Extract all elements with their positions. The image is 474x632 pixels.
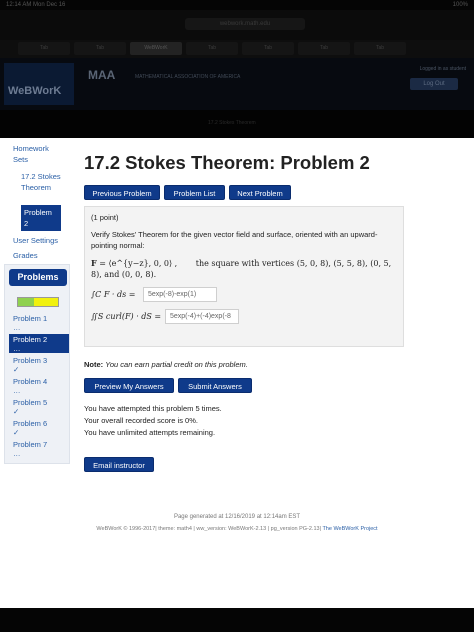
browser-tab-active[interactable]: WeBWorK: [130, 42, 182, 55]
note-text: You can earn partial credit on this prob…: [105, 360, 248, 369]
browser-bar: webwork.math.edu: [0, 10, 474, 40]
problem-status: …: [13, 449, 21, 458]
problem-nav: Previous Problem Problem List Next Probl…: [84, 185, 291, 200]
line-integral-answer-input[interactable]: 5exp(-8)-exp(1): [143, 287, 217, 302]
line-integral-label: ∫C F · ds =: [91, 290, 136, 299]
webwork-logo[interactable]: WeBWorK: [4, 63, 74, 105]
field-symbol: F: [91, 258, 97, 268]
logged-in-text: Logged in as student: [419, 66, 466, 72]
browser-tab[interactable]: Tab: [354, 42, 406, 55]
field-expression: = ⟨e^{y−z}, 0, 0⟩ ,: [99, 259, 178, 268]
submit-answers-button[interactable]: Submit Answers: [178, 378, 252, 393]
footer-copyright: WeBWorK © 1996-2017| theme: math4 | ww_v…: [0, 526, 474, 532]
problem-list-item[interactable]: Problem 5 ✓: [9, 397, 69, 416]
problem-link[interactable]: Problem 7: [13, 440, 47, 449]
problem-link[interactable]: Problem 5: [13, 398, 47, 407]
note-label: Note:: [84, 360, 104, 369]
email-instructor-button[interactable]: Email instructor: [84, 457, 154, 472]
problem-list-item[interactable]: Problem 3 ✓: [9, 355, 69, 374]
attempts-remaining: You have unlimited attempts remaining.: [84, 428, 216, 437]
browser-tab[interactable]: Tab: [298, 42, 350, 55]
problem-status: …: [13, 344, 21, 353]
page-title: 17.2 Stokes Theorem: Problem 2: [84, 152, 370, 173]
footer-version: WeBWorK © 1996-2017| theme: math4 | ww_v…: [96, 526, 321, 532]
sidebar-item-current-problem[interactable]: Problem 2: [21, 205, 61, 231]
check-icon: ✓: [13, 365, 20, 374]
problem-body: (1 point) Verify Stokes' Theorem for the…: [84, 206, 404, 347]
vector-field-definition: F = ⟨e^{y−z}, 0, 0⟩ , the square with ve…: [91, 258, 397, 280]
maa-logo[interactable]: MAA: [88, 68, 115, 82]
partial-credit-note: Note: You can earn partial credit on thi…: [84, 360, 248, 369]
problem-list-button[interactable]: Problem List: [164, 185, 225, 200]
logout-button[interactable]: Log Out: [410, 78, 458, 90]
problems-panel: Problems Problem 1 … Problem 2 … Problem…: [4, 264, 70, 464]
points-label: (1 point): [91, 213, 119, 222]
site-header: WeBWorK MAA MATHEMATICAL ASSOCIATION OF …: [0, 58, 474, 110]
problem-list-item[interactable]: Problem 6 ✓: [9, 418, 69, 437]
status-battery: 100%: [452, 2, 468, 8]
problem-status: …: [13, 386, 21, 395]
problem-link[interactable]: Problem 3: [13, 356, 47, 365]
maa-subtitle: MATHEMATICAL ASSOCIATION OF AMERICA: [135, 74, 241, 80]
check-icon: ✓: [13, 407, 20, 416]
next-problem-button[interactable]: Next Problem: [229, 185, 291, 200]
attempt-count: You have attempted this problem 5 times.: [84, 404, 222, 413]
problems-heading-button[interactable]: Problems: [9, 269, 67, 286]
attempt-info: You have attempted this problem 5 times.…: [84, 403, 222, 439]
problem-status: …: [13, 323, 21, 332]
bottom-bar: [0, 608, 474, 632]
problem-list-item[interactable]: Problem 4 …: [9, 376, 69, 395]
progress-bar: [17, 297, 59, 307]
problem-statement: Verify Stokes' Theorem for the given vec…: [91, 230, 378, 250]
breadcrumb: 17.2 Stokes Theorem: [208, 120, 256, 126]
status-bar: 12:14 AM Mon Dec 16 100%: [0, 0, 474, 10]
tab-bar: Tab Tab WeBWorK Tab Tab Tab Tab: [0, 40, 474, 58]
problem-link[interactable]: Problem 4: [13, 377, 47, 386]
breadcrumb-strip: 17.2 Stokes Theorem: [0, 110, 474, 138]
problem-link[interactable]: Problem 1: [13, 314, 47, 323]
preview-answers-button[interactable]: Preview My Answers: [84, 378, 174, 393]
answer-row-surface-integral: ∬S curl(F) · dS = 5exp(-4)+(-4)exp(-8: [91, 309, 397, 324]
answer-row-line-integral: ∫C F · ds = 5exp(-8)-exp(1): [91, 287, 397, 302]
problem-list-item[interactable]: Problem 7 …: [9, 439, 69, 458]
browser-tab[interactable]: Tab: [74, 42, 126, 55]
webwork-project-link[interactable]: The WeBWorK Project: [322, 526, 377, 532]
surface-integral-label: ∬S curl(F) · dS =: [91, 312, 162, 321]
progress-partial: [34, 298, 58, 306]
problem-list-item[interactable]: Problem 1 …: [9, 313, 69, 332]
browser-tab[interactable]: Tab: [18, 42, 70, 55]
previous-problem-button[interactable]: Previous Problem: [84, 185, 160, 200]
problem-link[interactable]: Problem 2: [13, 335, 47, 344]
sidebar-item-homework-sets[interactable]: Homework Sets: [13, 143, 63, 165]
submit-area: Preview My Answers Submit Answers: [84, 378, 252, 393]
problem-link[interactable]: Problem 6: [13, 419, 47, 428]
surface-integral-answer-input[interactable]: 5exp(-4)+(-4)exp(-8: [165, 309, 239, 324]
recorded-score: Your overall recorded score is 0%.: [84, 416, 198, 425]
footer-generated: Page generated at 12/16/2019 at 12:14am …: [173, 514, 301, 520]
sidebar-item-grades[interactable]: Grades: [13, 250, 38, 261]
progress-correct: [18, 298, 34, 306]
header-user-area: Logged in as student Log Out: [384, 66, 466, 100]
url-bar[interactable]: webwork.math.edu: [185, 18, 305, 30]
browser-tab[interactable]: Tab: [186, 42, 238, 55]
sidebar-item-user-settings[interactable]: User Settings: [13, 235, 58, 246]
problem-list-item-active[interactable]: Problem 2 …: [9, 334, 69, 353]
sidebar-item-set[interactable]: 17.2 Stokes Theorem: [21, 171, 61, 193]
status-time: 12:14 AM Mon Dec 16: [6, 2, 66, 8]
check-icon: ✓: [13, 428, 20, 437]
browser-tab[interactable]: Tab: [242, 42, 294, 55]
